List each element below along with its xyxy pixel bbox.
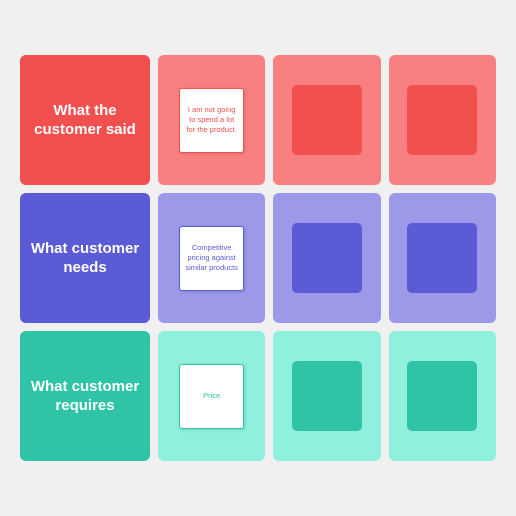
card-purple-3[interactable] [407,223,477,293]
label-customer-needs: What customer needs [20,193,150,323]
row-teal: What customer requires Price [20,331,496,461]
sticky-red[interactable]: I am not going to spend a lot for the pr… [179,88,244,153]
cell-purple-3 [389,193,496,323]
cell-teal-3 [389,331,496,461]
label-customer-requires: What customer requires [20,331,150,461]
cell-purple-sticky: Competitive pricing against similar prod… [158,193,265,323]
cell-red-sticky: I am not going to spend a lot for the pr… [158,55,265,185]
cell-red-2 [273,55,380,185]
cell-purple-2 [273,193,380,323]
card-purple-2[interactable] [292,223,362,293]
card-red-3[interactable] [407,85,477,155]
main-grid: What the customer said I am not going to… [0,35,516,481]
cell-teal-2 [273,331,380,461]
sticky-purple[interactable]: Competitive pricing against similar prod… [179,226,244,291]
card-red-2[interactable] [292,85,362,155]
label-customer-said: What the customer said [20,55,150,185]
card-teal-3[interactable] [407,361,477,431]
row-red: What the customer said I am not going to… [20,55,496,185]
sticky-teal[interactable]: Price [179,364,244,429]
row-purple: What customer needs Competitive pricing … [20,193,496,323]
card-teal-2[interactable] [292,361,362,431]
cell-red-3 [389,55,496,185]
cell-teal-sticky: Price [158,331,265,461]
